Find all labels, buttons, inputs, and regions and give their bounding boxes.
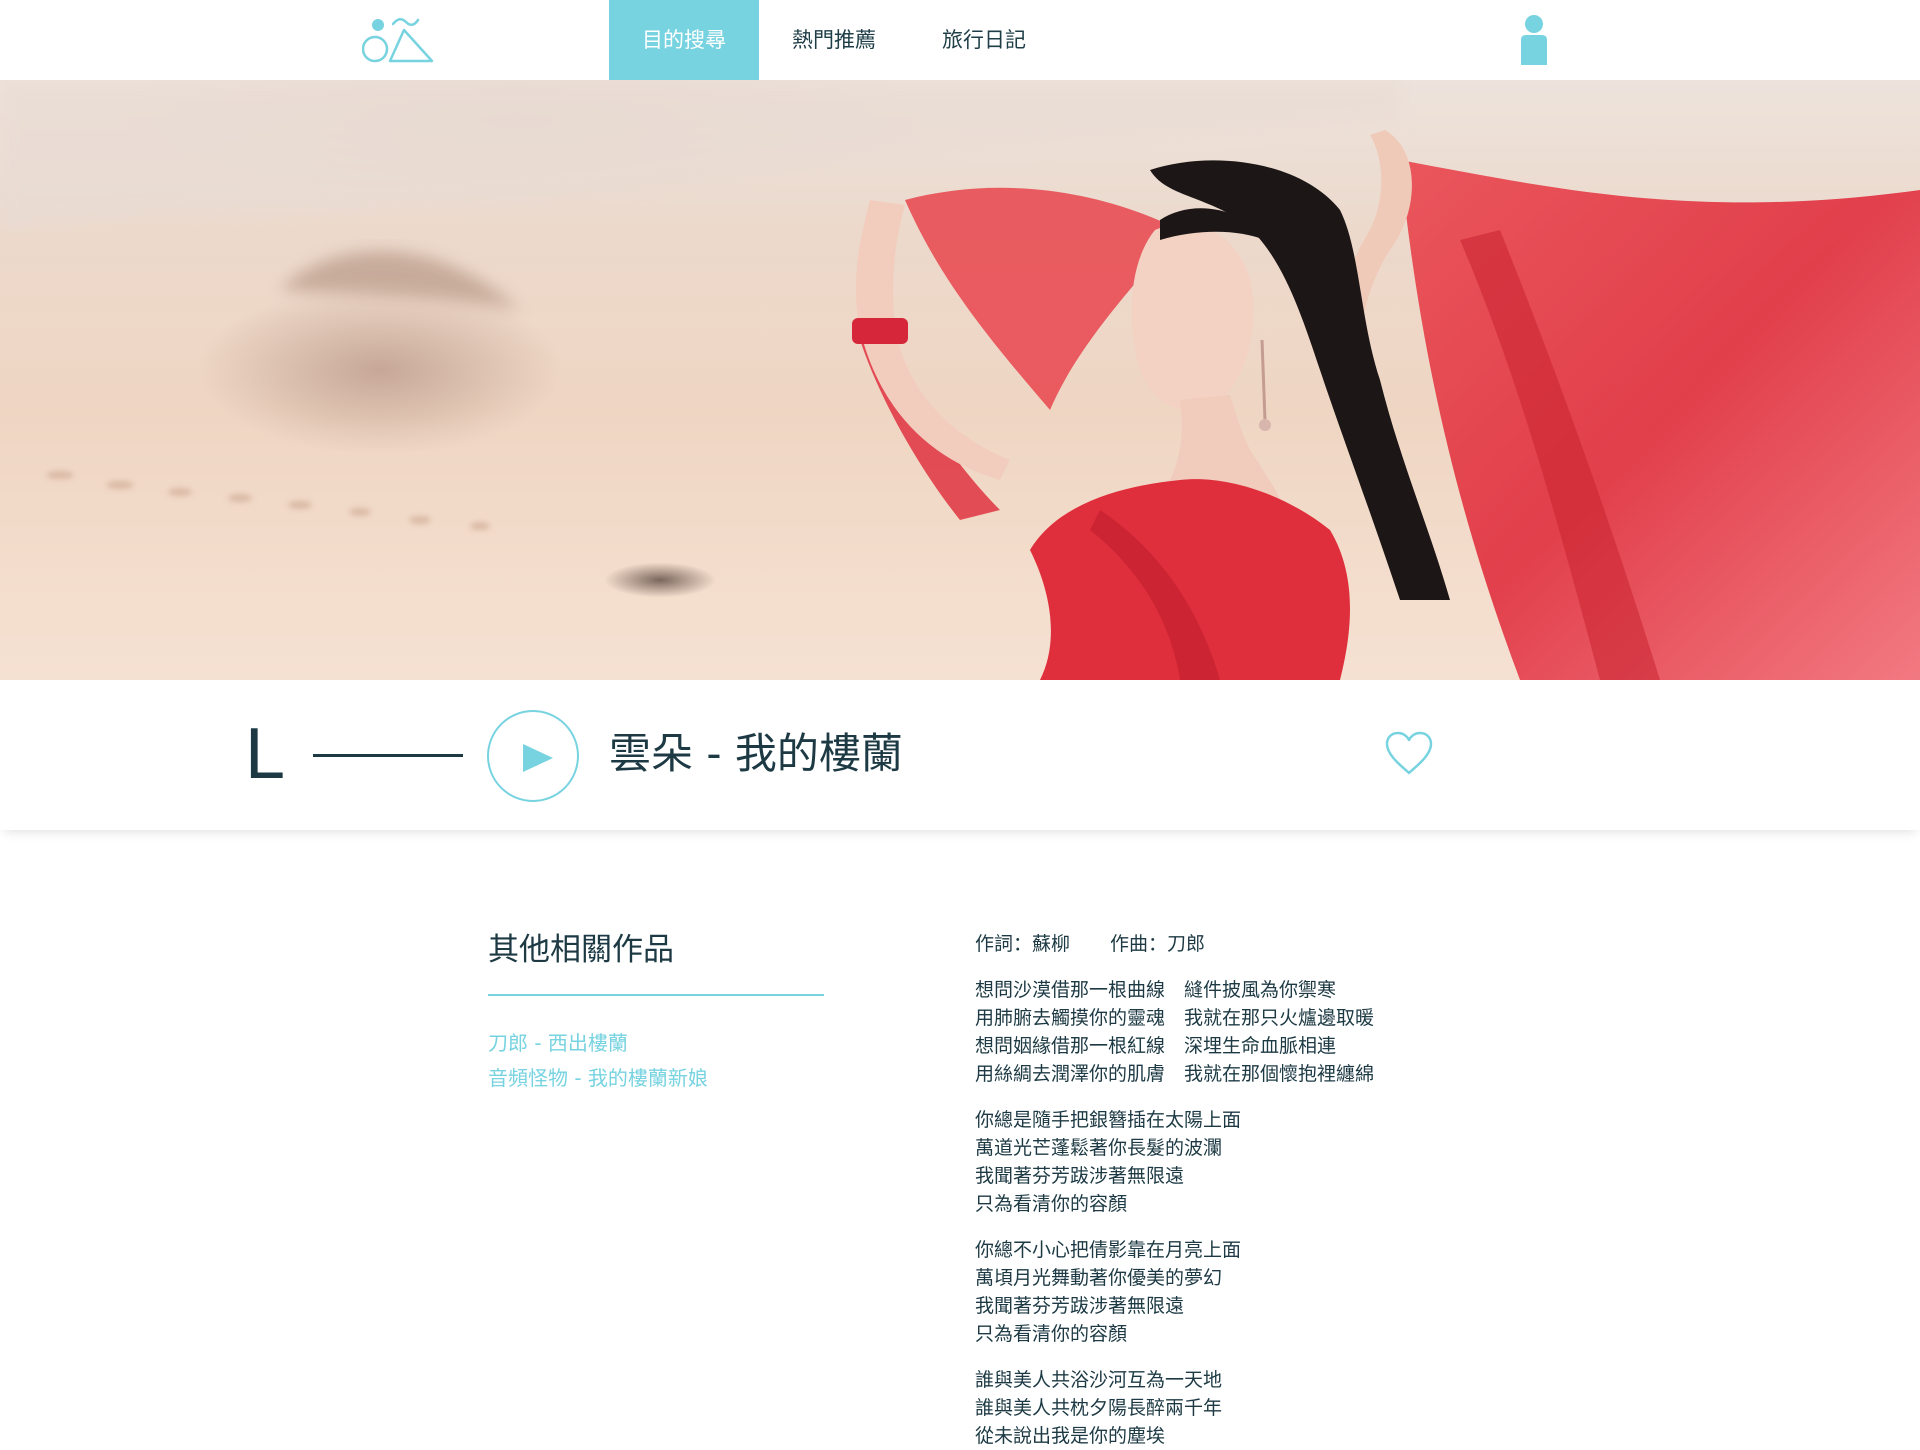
lyric-line: 只為看清你的容顏	[975, 1193, 1128, 1215]
player-letter: L	[245, 714, 286, 794]
lyrics-section: 作詞：蘇柳 作曲：刀郎 想問沙漠借那一根曲線 縫件披風為你禦寒 用肺腑去觸摸你的靈…	[975, 930, 1535, 1450]
related-works-divider	[488, 994, 824, 996]
lyrics-stanza: 誰與美人共浴沙河互為一天地 誰與美人共枕夕陽長醉兩千年 從未說出我是你的塵埃	[975, 1366, 1535, 1450]
desert-dancer-illustration	[0, 80, 1920, 680]
top-header: 目的搜尋 熱門推薦 旅行日記	[0, 0, 1920, 80]
logo-icon[interactable]	[362, 16, 434, 64]
lyric-line: 萬頃月光舞動著你優美的夢幻	[975, 1267, 1223, 1289]
lyric-line: 只為看清你的容顏	[975, 1323, 1128, 1345]
lyrics-stanza: 你總不小心把倩影靠在月亮上面 萬頃月光舞動著你優美的夢幻 我聞著芬芳跋涉著無限遠…	[975, 1236, 1535, 1348]
lyric-line: 誰與美人共浴沙河互為一天地	[975, 1369, 1223, 1391]
nav-item-travel-diary[interactable]: 旅行日記	[909, 0, 1059, 80]
heart-icon[interactable]	[1384, 730, 1434, 776]
hero-image	[0, 80, 1920, 680]
main-nav: 目的搜尋 熱門推薦 旅行日記	[609, 0, 1059, 80]
related-work-link[interactable]: 刀郎 - 西出樓蘭	[488, 1026, 824, 1061]
nav-item-popular-recommendations[interactable]: 熱門推薦	[759, 0, 909, 80]
user-icon[interactable]	[1517, 14, 1551, 66]
lyric-line: 用肺腑去觸摸你的靈魂 我就在那只火爐邊取暖	[975, 1007, 1375, 1029]
lyrics-stanza: 你總是隨手把銀簪插在太陽上面 萬道光芒蓬鬆著你長髮的波瀾 我聞著芬芳跋涉著無限遠…	[975, 1106, 1535, 1218]
song-player-bar: L 雲朵 - 我的樓蘭	[0, 680, 1920, 830]
player-divider-line	[313, 754, 463, 757]
lyric-line: 誰與美人共枕夕陽長醉兩千年	[975, 1397, 1223, 1419]
lyric-line: 你總是隨手把銀簪插在太陽上面	[975, 1109, 1242, 1131]
related-works-title: 其他相關作品	[488, 932, 674, 968]
lyric-line: 我聞著芬芳跋涉著無限遠	[975, 1295, 1185, 1317]
lyric-line: 你總不小心把倩影靠在月亮上面	[975, 1239, 1242, 1261]
related-work-link[interactable]: 音頻怪物 - 我的樓蘭新娘	[488, 1061, 824, 1096]
lyric-line: 從未說出我是你的塵埃	[975, 1425, 1166, 1447]
related-works-list: 刀郎 - 西出樓蘭 音頻怪物 - 我的樓蘭新娘	[488, 1026, 824, 1096]
lyric-line: 想問沙漠借那一根曲線 縫件披風為你禦寒	[975, 979, 1337, 1001]
lyrics-stanza: 想問沙漠借那一根曲線 縫件披風為你禦寒 用肺腑去觸摸你的靈魂 我就在那只火爐邊取…	[975, 976, 1535, 1088]
play-icon	[523, 744, 553, 772]
play-button[interactable]	[487, 710, 579, 802]
lyric-line: 我聞著芬芳跋涉著無限遠	[975, 1165, 1185, 1187]
lyric-line: 萬道光芒蓬鬆著你長髮的波瀾	[975, 1137, 1223, 1159]
song-title: 雲朵 - 我的樓蘭	[609, 729, 903, 778]
lyric-line: 想問姻緣借那一根紅線 深埋生命血脈相連	[975, 1035, 1337, 1057]
composer-credit: 作曲：刀郎	[1110, 933, 1206, 955]
lyricist-credit: 作詞：蘇柳	[975, 933, 1071, 955]
nav-item-destination-search[interactable]: 目的搜尋	[609, 0, 759, 80]
lyric-line: 用絲綢去潤澤你的肌膚 我就在那個懷抱裡纏綿	[975, 1063, 1375, 1085]
related-works-section: 其他相關作品 刀郎 - 西出樓蘭 音頻怪物 - 我的樓蘭新娘	[488, 920, 824, 1096]
song-credits: 作詞：蘇柳 作曲：刀郎	[975, 930, 1535, 958]
